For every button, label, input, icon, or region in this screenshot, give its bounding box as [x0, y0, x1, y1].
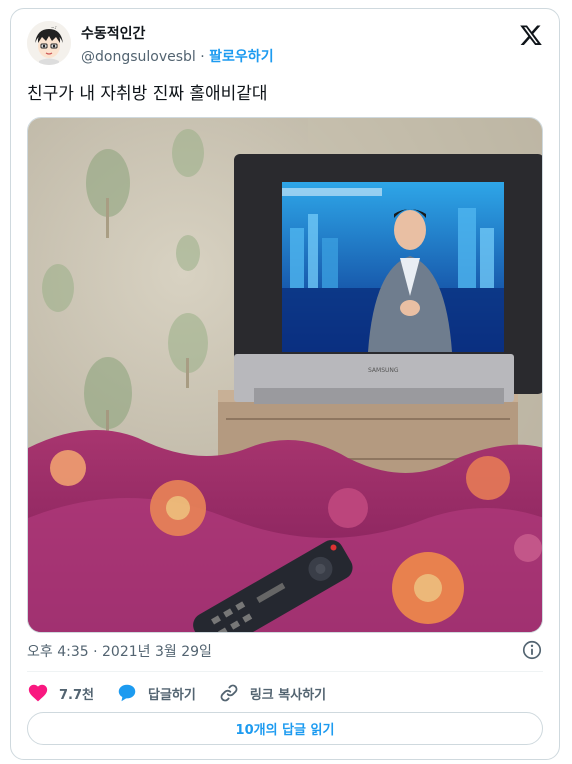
reply-button[interactable]: 답글하기 — [116, 682, 196, 704]
info-icon[interactable] — [521, 639, 543, 661]
reply-label: 답글하기 — [148, 687, 196, 703]
photo-bedroom-tv: SAMSUNG — [28, 118, 542, 632]
tweet-timestamp[interactable]: 오후 4:35 · 2021년 3월 29일 — [27, 641, 212, 661]
read-replies-button[interactable]: 10개의 답글 읽기 — [27, 712, 543, 745]
link-icon — [220, 684, 238, 702]
speech-bubble-icon — [118, 684, 136, 702]
copy-link-label: 링크 복사하기 — [249, 687, 327, 703]
tweet-text: 친구가 내 자취방 진짜 홀애비같대 — [27, 84, 268, 104]
follow-button[interactable]: 팔로우하기 — [209, 49, 273, 65]
separator-dot: · — [200, 49, 205, 65]
author-handle[interactable]: @dongsulovesbl — [81, 49, 196, 65]
author-avatar[interactable]: ~♪ — [27, 21, 71, 65]
tweet-photo[interactable]: SAMSUNG — [27, 117, 543, 633]
tweet-card: ~♪ 수동적인간 @dongsulovesbl · 팔로우하기 친구가 내 자취… — [10, 8, 560, 760]
copy-link-button[interactable]: 링크 복사하기 — [218, 682, 326, 704]
svg-text:SAMSUNG: SAMSUNG — [368, 367, 399, 374]
heart-icon — [28, 684, 48, 702]
author-display-name[interactable]: 수동적인간 — [81, 23, 145, 43]
author-handle-row: @dongsulovesbl · 팔로우하기 — [81, 46, 274, 66]
action-bar: 7.7천 답글하기 링크 복사하기 — [27, 681, 348, 705]
like-count: 7.7천 — [59, 687, 94, 703]
svg-text:~♪: ~♪ — [51, 25, 57, 30]
cartoon-avatar-icon: ~♪ — [27, 21, 71, 65]
divider — [27, 671, 543, 672]
x-logo-icon[interactable] — [519, 23, 543, 47]
like-button[interactable]: 7.7천 — [27, 682, 94, 704]
